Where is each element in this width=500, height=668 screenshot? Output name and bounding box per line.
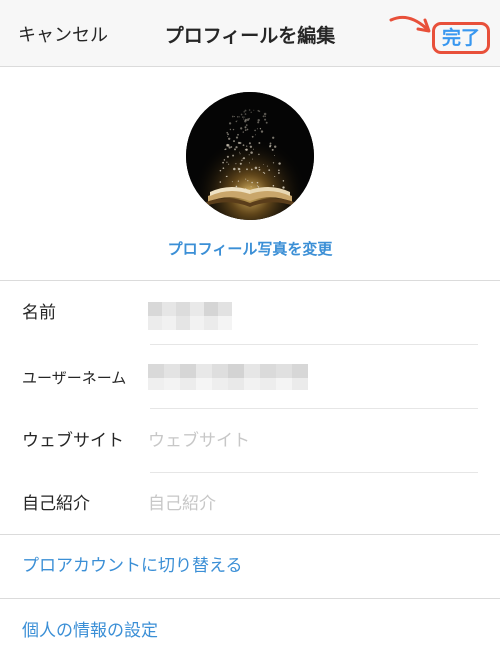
change-profile-photo-link[interactable]: プロフィール写真を変更 [0,238,500,260]
field-divider [150,344,478,345]
bio-row: 自己紹介 [0,474,500,538]
name-row: 名前 [0,282,500,346]
navigation-bar: キャンセル プロフィールを編集 完了 [0,0,500,67]
website-input[interactable] [148,429,478,453]
section-divider [0,280,500,281]
username-label: ユーザーネーム [22,369,127,387]
username-row: ユーザーネーム [0,346,500,410]
switch-to-pro-account-link[interactable]: プロアカウントに切り替える [22,554,243,578]
personal-info-settings-link[interactable]: 個人の情報の設定 [22,619,158,643]
profile-avatar[interactable] [186,92,314,220]
username-value-redacted[interactable] [148,364,308,390]
section-divider [0,598,500,599]
book-glitter-photo-icon [186,92,314,220]
bio-input[interactable] [148,492,478,516]
name-value-redacted[interactable] [148,302,232,330]
annotation-arrow-icon [389,15,431,33]
website-label: ウェブサイト [22,431,124,451]
name-label: 名前 [22,303,56,323]
field-divider [150,472,478,473]
field-divider [150,408,478,409]
done-button[interactable]: 完了 [432,22,490,54]
edit-profile-screen: キャンセル プロフィールを編集 完了 プロフィール写真を変更 名前 ユーザーネー… [0,0,500,668]
section-divider [0,534,500,535]
bio-label: 自己紹介 [22,494,90,514]
website-row: ウェブサイト [0,410,500,474]
